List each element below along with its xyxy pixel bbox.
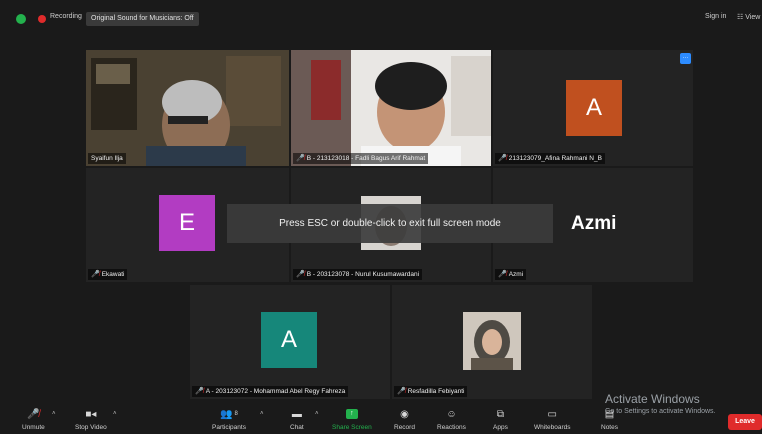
participant-display-name: Azmi bbox=[571, 213, 617, 234]
participant-name: Syaifun Ilja bbox=[91, 155, 123, 162]
participants-icon: 👥 8 bbox=[220, 408, 238, 420]
webcam-video bbox=[463, 312, 521, 370]
notes-icon: ▤ bbox=[604, 408, 615, 420]
participant-name-tag: 🎤̸ A - 203123072 - Mohammad Abel Regy Fah… bbox=[192, 386, 349, 397]
chat-options-chevron-icon[interactable]: ˄ bbox=[315, 411, 319, 417]
notes-button[interactable]: ▤ Notes bbox=[601, 406, 618, 432]
muted-mic-icon: 🎤̸ bbox=[27, 408, 40, 420]
fullscreen-exit-notice: Press ESC or double-click to exit full s… bbox=[227, 204, 553, 243]
unmute-label: Unmute bbox=[22, 424, 45, 431]
reactions-label: Reactions bbox=[437, 424, 466, 431]
participant-name: B - 203123078 - Nurul Kusumawardani bbox=[306, 271, 420, 278]
share-screen-icon: ↑ bbox=[345, 406, 358, 422]
muted-mic-icon: 🎤̸ bbox=[296, 155, 305, 162]
participant-name-tag: 🎤̸ Resfadilla Febiyanti bbox=[394, 386, 468, 397]
participant-name: A - 203123072 - Mohammad Abel Regy Fahre… bbox=[205, 388, 346, 395]
participant-name: 213123079_Afina Rahmani N_B bbox=[508, 155, 602, 162]
video-camera-icon: ■◂ bbox=[85, 408, 97, 420]
notes-label: Notes bbox=[601, 424, 618, 431]
participant-name: B - 213123018 - Fadli Bagus Arif Rahmat bbox=[306, 155, 426, 162]
share-screen-label: Share Screen bbox=[332, 424, 372, 431]
top-bar: Recording Original Sound for Musicians: … bbox=[0, 0, 762, 34]
participant-tile[interactable]: A 🎤̸ A - 203123072 - Mohammad Abel Regy F… bbox=[190, 285, 390, 399]
webcam-video bbox=[86, 50, 289, 166]
whiteboards-label: Whiteboards bbox=[534, 424, 571, 431]
participant-avatar: A bbox=[566, 80, 622, 136]
leave-button[interactable]: Leave bbox=[728, 414, 762, 430]
participant-tile[interactable]: Syaifun Ilja bbox=[86, 50, 289, 166]
recording-indicator-icon bbox=[38, 15, 46, 23]
participants-options-chevron-icon[interactable]: ˄ bbox=[260, 411, 264, 417]
original-sound-badge[interactable]: Original Sound for Musicians: Off bbox=[86, 12, 199, 26]
participant-name: Azmi bbox=[508, 271, 524, 278]
participant-name-tag: 🎤̸ Azmi bbox=[495, 269, 527, 280]
record-button[interactable]: ◉ Record bbox=[394, 406, 415, 432]
reactions-button[interactable]: ☺ Reactions bbox=[437, 406, 466, 432]
muted-mic-icon: 🎤̸ bbox=[195, 388, 204, 395]
participant-avatar: A bbox=[261, 312, 317, 368]
stop-video-label: Stop Video bbox=[75, 424, 107, 431]
recording-label: Recording bbox=[50, 13, 82, 20]
stop-video-button[interactable]: ■◂ Stop Video bbox=[75, 406, 107, 432]
participants-label: Participants bbox=[212, 424, 246, 431]
sign-in-link[interactable]: Sign in bbox=[705, 13, 726, 20]
chat-bubble-icon: ▬ bbox=[291, 408, 302, 420]
participant-avatar: E bbox=[159, 195, 215, 251]
whiteboard-icon: ▭ bbox=[547, 408, 557, 420]
participant-tile[interactable]: 🎤̸ B - 213123018 - Fadli Bagus Arif Rahma… bbox=[291, 50, 491, 166]
apps-button[interactable]: ⧉ Apps bbox=[493, 406, 508, 432]
participant-name: Resfadilla Febiyanti bbox=[407, 388, 465, 395]
participant-name-tag: 🎤̸ Ekawati bbox=[88, 269, 128, 280]
reactions-icon: ☺ bbox=[446, 408, 457, 420]
activate-windows-title: Activate Windows bbox=[605, 392, 700, 406]
muted-mic-icon: 🎤̸ bbox=[296, 271, 305, 278]
participant-name: Ekawati bbox=[101, 271, 125, 278]
participant-name-tag: 🎤̸ B - 203123078 - Nurul Kusumawardani bbox=[293, 269, 423, 280]
apps-icon: ⧉ bbox=[496, 408, 504, 420]
view-button[interactable]: ☷ View bbox=[737, 13, 760, 21]
participant-name-tag: Syaifun Ilja bbox=[88, 153, 126, 164]
muted-mic-icon: 🎤̸ bbox=[397, 388, 406, 395]
chat-button[interactable]: ▬ Chat bbox=[290, 406, 304, 432]
participant-name-tag: 🎤̸ 213123079_Afina Rahmani N_B bbox=[495, 153, 605, 164]
video-options-chevron-icon[interactable]: ˄ bbox=[113, 411, 117, 417]
whiteboards-button[interactable]: ▭ Whiteboards bbox=[534, 406, 571, 432]
security-shield-icon[interactable] bbox=[16, 14, 26, 24]
more-options-icon[interactable]: ··· bbox=[680, 53, 691, 64]
participants-count: 8 bbox=[234, 411, 238, 417]
record-label: Record bbox=[394, 424, 415, 431]
audio-options-chevron-icon[interactable]: ˄ bbox=[52, 411, 56, 417]
webcam-video bbox=[291, 50, 491, 166]
apps-label: Apps bbox=[493, 424, 508, 431]
record-icon: ◉ bbox=[400, 408, 409, 420]
muted-mic-icon: 🎤̸ bbox=[498, 155, 507, 162]
participant-tile[interactable]: 🎤̸ Resfadilla Febiyanti bbox=[392, 285, 592, 399]
participants-button[interactable]: 👥 8 Participants bbox=[212, 406, 246, 432]
chat-label: Chat bbox=[290, 424, 304, 431]
meeting-toolbar: 🎤̸ Unmute ˄ ■◂ Stop Video ˄ 👥 8 Participa… bbox=[0, 406, 762, 434]
unmute-button[interactable]: 🎤̸ Unmute bbox=[22, 406, 45, 432]
share-screen-button[interactable]: ↑ Share Screen bbox=[332, 406, 372, 431]
view-label: View bbox=[745, 14, 761, 21]
muted-mic-icon: 🎤̸ bbox=[91, 271, 100, 278]
muted-mic-icon: 🎤̸ bbox=[498, 271, 507, 278]
participant-tile[interactable]: A 🎤̸ 213123079_Afina Rahmani N_B bbox=[493, 50, 693, 166]
participant-name-tag: 🎤̸ B - 213123018 - Fadli Bagus Arif Rahma… bbox=[293, 153, 429, 164]
